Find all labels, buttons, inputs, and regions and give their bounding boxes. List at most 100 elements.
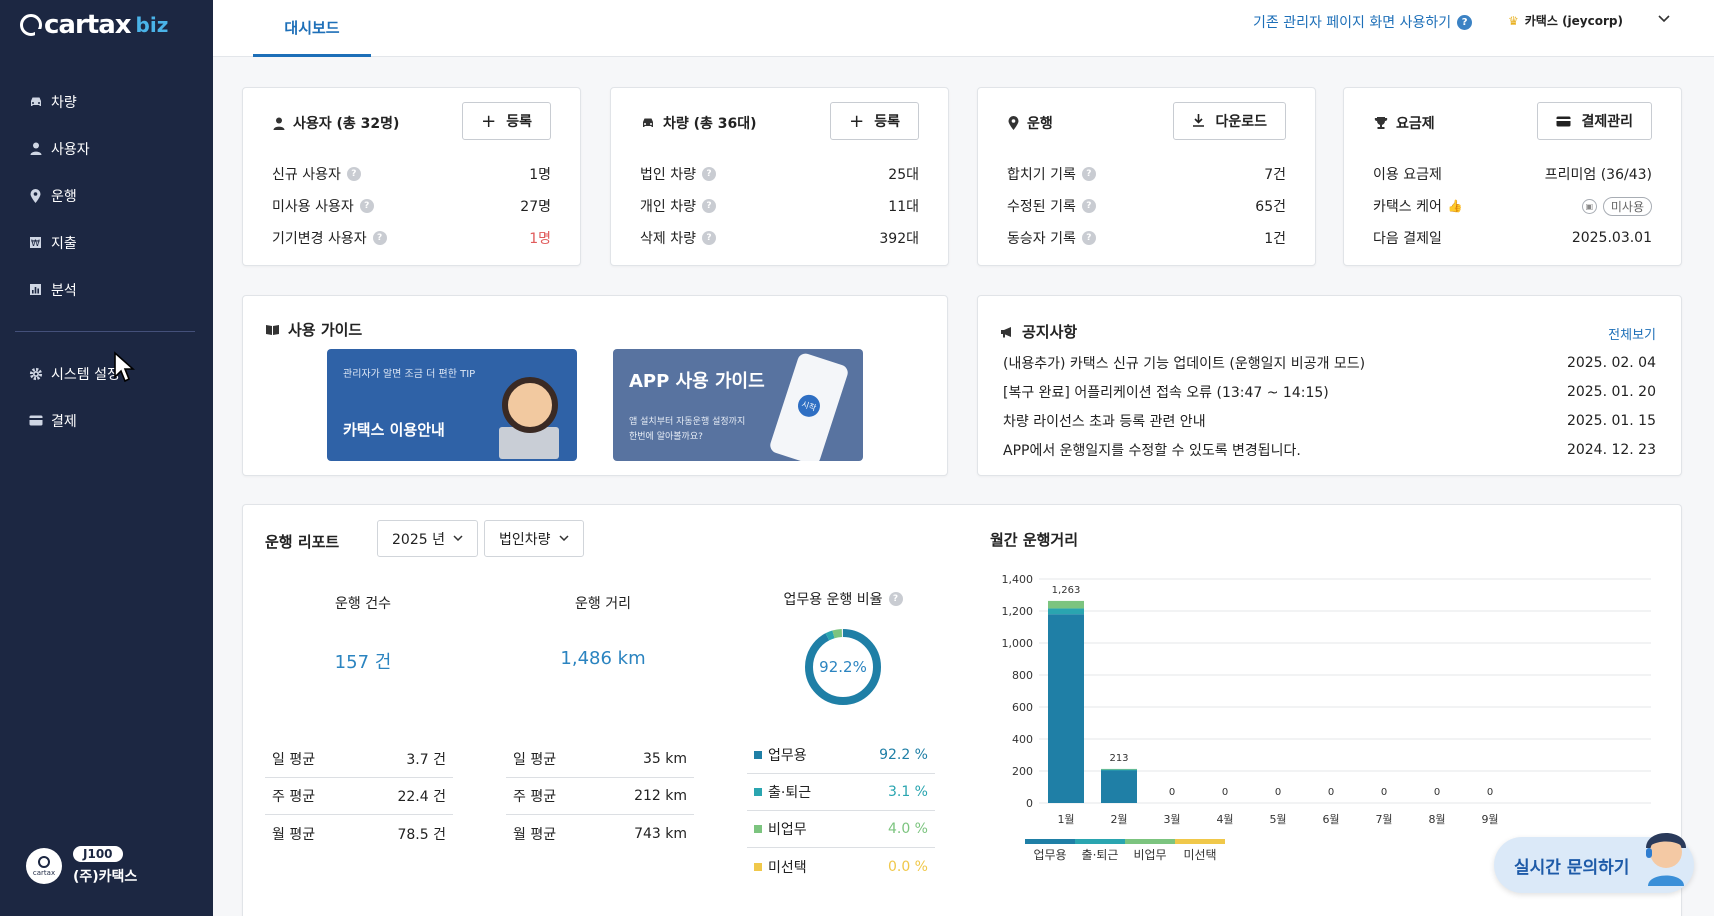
stat-value: 25대	[888, 167, 919, 183]
stat-value: 11대	[888, 199, 919, 215]
y-tick-label: 1,400	[1002, 573, 1034, 586]
help-icon[interactable]: ?	[701, 167, 716, 181]
table-row: 월 평균 743 km	[506, 815, 694, 852]
card-title: 차량 (총 36대)	[641, 113, 757, 133]
usage-guide-banner[interactable]: 관리자가 알면 조금 더 편한 TIP 카택스 이용안내	[327, 349, 577, 461]
button-label: 결제관리	[1581, 114, 1633, 130]
y-tick-label: 1,200	[1002, 605, 1034, 618]
chevron-down-icon	[559, 533, 569, 544]
gear-icon	[28, 366, 43, 381]
distance-averages: 일 평균 35 km 주 평균 212 km 월 평균 743 km	[506, 741, 694, 852]
help-icon[interactable]: ?	[359, 199, 374, 213]
stat-row[interactable]: 미사용 사용자? 27명	[272, 190, 551, 222]
legend-swatch	[754, 751, 762, 759]
x-tick-label: 5월	[1269, 813, 1286, 826]
top-bar: 대시보드 기존 관리자 페이지 화면 사용하기 ? ♛ 카택스 (jeycorp…	[213, 0, 1714, 57]
help-icon[interactable]: ?	[701, 231, 716, 245]
view-all-link[interactable]: 전체보기	[1608, 324, 1656, 343]
business-ratio-donut: 92.2%	[805, 629, 881, 705]
help-icon[interactable]: ?	[1081, 167, 1096, 181]
legacy-admin-link[interactable]: 기존 관리자 페이지 화면 사용하기 ?	[1253, 12, 1473, 32]
x-tick-label: 1월	[1057, 813, 1074, 826]
stat-row[interactable]: 합치기 기록? 7건	[1007, 158, 1286, 190]
bar-value-label: 0	[1487, 787, 1493, 798]
download-button[interactable]: 다운로드	[1173, 102, 1286, 140]
legend-swatch	[1025, 839, 1075, 844]
ratio-label: 출·퇴근	[768, 785, 812, 801]
stat-row[interactable]: 삭제 차량? 392대	[640, 222, 919, 254]
x-tick-label: 8월	[1428, 813, 1445, 826]
sidebar-item-expenses[interactable]: ₩ 지출	[0, 219, 213, 266]
manage-payment-button[interactable]: 결제관리	[1537, 102, 1652, 140]
stat-row: 카택스 케어 👍 ▣ 미사용	[1373, 190, 1652, 222]
shield-icon: ▣	[1581, 198, 1597, 214]
help-icon[interactable]: ?	[1081, 231, 1096, 245]
brand-logo[interactable]: cartax biz	[20, 10, 168, 40]
stat-row[interactable]: 수정된 기록? 65건	[1007, 190, 1286, 222]
trip-count-value: 157 건	[334, 652, 392, 673]
avg-label: 월 평균	[513, 826, 557, 843]
bar-segment	[1101, 769, 1137, 771]
sidebar-item-settings[interactable]: 시스템 설정	[0, 350, 213, 397]
help-icon[interactable]: ?	[888, 592, 903, 606]
help-icon[interactable]: ?	[1081, 199, 1096, 213]
stat-row: 이용 요금제 프리미엄 (36/43)	[1373, 158, 1652, 190]
guide-title-text: 사용 가이드	[288, 321, 363, 339]
stat-row[interactable]: 법인 차량? 25대	[640, 158, 919, 190]
bar-segment	[1101, 768, 1137, 770]
account-menu[interactable]: ♛ 카택스 (jeycorp)	[1508, 12, 1623, 29]
sidebar-item-label: 지출	[51, 235, 77, 252]
sidebar-divider	[15, 331, 195, 332]
crown-icon: ♛	[1508, 13, 1519, 28]
sidebar-nav: 차량 사용자 운행 ₩ 지출 분석 시스템 설정 결제	[0, 78, 213, 444]
year-select[interactable]: 2025 년	[377, 520, 478, 557]
stat-row[interactable]: 기기변경 사용자? 1명	[272, 222, 551, 254]
add-user-button[interactable]: + 등록	[462, 102, 551, 140]
stat-row[interactable]: 동승자 기록? 1건	[1007, 222, 1286, 254]
list-item[interactable]: APP에서 운행일지를 수정할 수 있도록 변경됩니다. 2024. 12. 23	[1003, 435, 1656, 464]
chevron-down-icon[interactable]	[1658, 12, 1670, 26]
stat-label: 법인 차량	[640, 167, 696, 183]
chat-label: 실시간 문의하기	[1514, 857, 1630, 878]
sidebar-item-payment[interactable]: 결제	[0, 397, 213, 444]
trip-count-label: 운행 건수	[335, 596, 391, 612]
usage-ratio-table: 업무용 92.2 % 출·퇴근 3.1 % 비업무 4.0 % 미선택 0.0 %	[747, 737, 935, 885]
help-icon[interactable]: ?	[346, 167, 361, 181]
stat-label: 개인 차량	[640, 199, 696, 215]
stat-value: 65건	[1255, 199, 1286, 215]
list-item[interactable]: [복구 완료] 어플리케이션 접속 오류 (13:47 ~ 14:15) 2025…	[1003, 377, 1656, 406]
stat-row[interactable]: 신규 사용자? 1명	[272, 158, 551, 190]
notice-date: 2024. 12. 23	[1566, 441, 1656, 458]
guide-card: 사용 가이드 관리자가 알면 조금 더 편한 TIP 카택스 이용안내 APP …	[242, 295, 948, 476]
plan-badge: J100	[73, 846, 123, 862]
logo-mark-icon	[38, 855, 50, 868]
x-tick-label: 6월	[1322, 813, 1339, 826]
sidebar-item-label: 결제	[51, 413, 77, 430]
banner-title: 카택스 이용안내	[343, 421, 445, 439]
user-profile[interactable]: cartax J100 (주)카택스	[26, 846, 137, 886]
help-icon[interactable]: ?	[372, 231, 387, 245]
notice-date: 2025. 01. 20	[1566, 383, 1656, 400]
list-item[interactable]: 차량 라이선스 초과 등록 관련 안내 2025. 01. 15	[1003, 406, 1656, 435]
sidebar-item-analysis[interactable]: 분석	[0, 266, 213, 313]
notice-text: [복구 완료] 어플리케이션 접속 오류 (13:47 ~ 14:15)	[1003, 384, 1329, 401]
avatar: cartax	[26, 848, 62, 884]
credit-card-icon	[1556, 111, 1571, 132]
avg-value: 3.7 건	[406, 752, 446, 768]
list-item[interactable]: (내용추가) 카택스 신규 기능 업데이트 (운행일지 비공개 모드) 2025.…	[1003, 348, 1656, 377]
distance-value: 1,486 km	[560, 648, 646, 669]
notice-card: 공지사항 전체보기 (내용추가) 카택스 신규 기능 업데이트 (운행일지 비공…	[977, 295, 1682, 476]
stat-row[interactable]: 개인 차량? 11대	[640, 190, 919, 222]
stat-label: 다음 결제일	[1373, 231, 1442, 247]
help-icon[interactable]: ?	[701, 199, 716, 213]
location-pin-icon	[1008, 116, 1019, 130]
app-guide-banner[interactable]: APP 사용 가이드 앱 설치부터 자동운행 설정까지 한번에 알아볼까요? 시…	[613, 349, 863, 461]
sidebar-item-driving[interactable]: 운행	[0, 172, 213, 219]
sidebar-item-vehicles[interactable]: 차량	[0, 78, 213, 125]
sidebar-item-users[interactable]: 사용자	[0, 125, 213, 172]
notice-text: (내용추가) 카택스 신규 기능 업데이트 (운행일지 비공개 모드)	[1003, 355, 1366, 372]
tab-dashboard[interactable]: 대시보드	[253, 0, 371, 57]
vehicle-type-select[interactable]: 법인차량	[484, 520, 584, 557]
help-icon[interactable]: ?	[1457, 14, 1473, 30]
add-vehicle-button[interactable]: + 등록	[830, 102, 919, 140]
